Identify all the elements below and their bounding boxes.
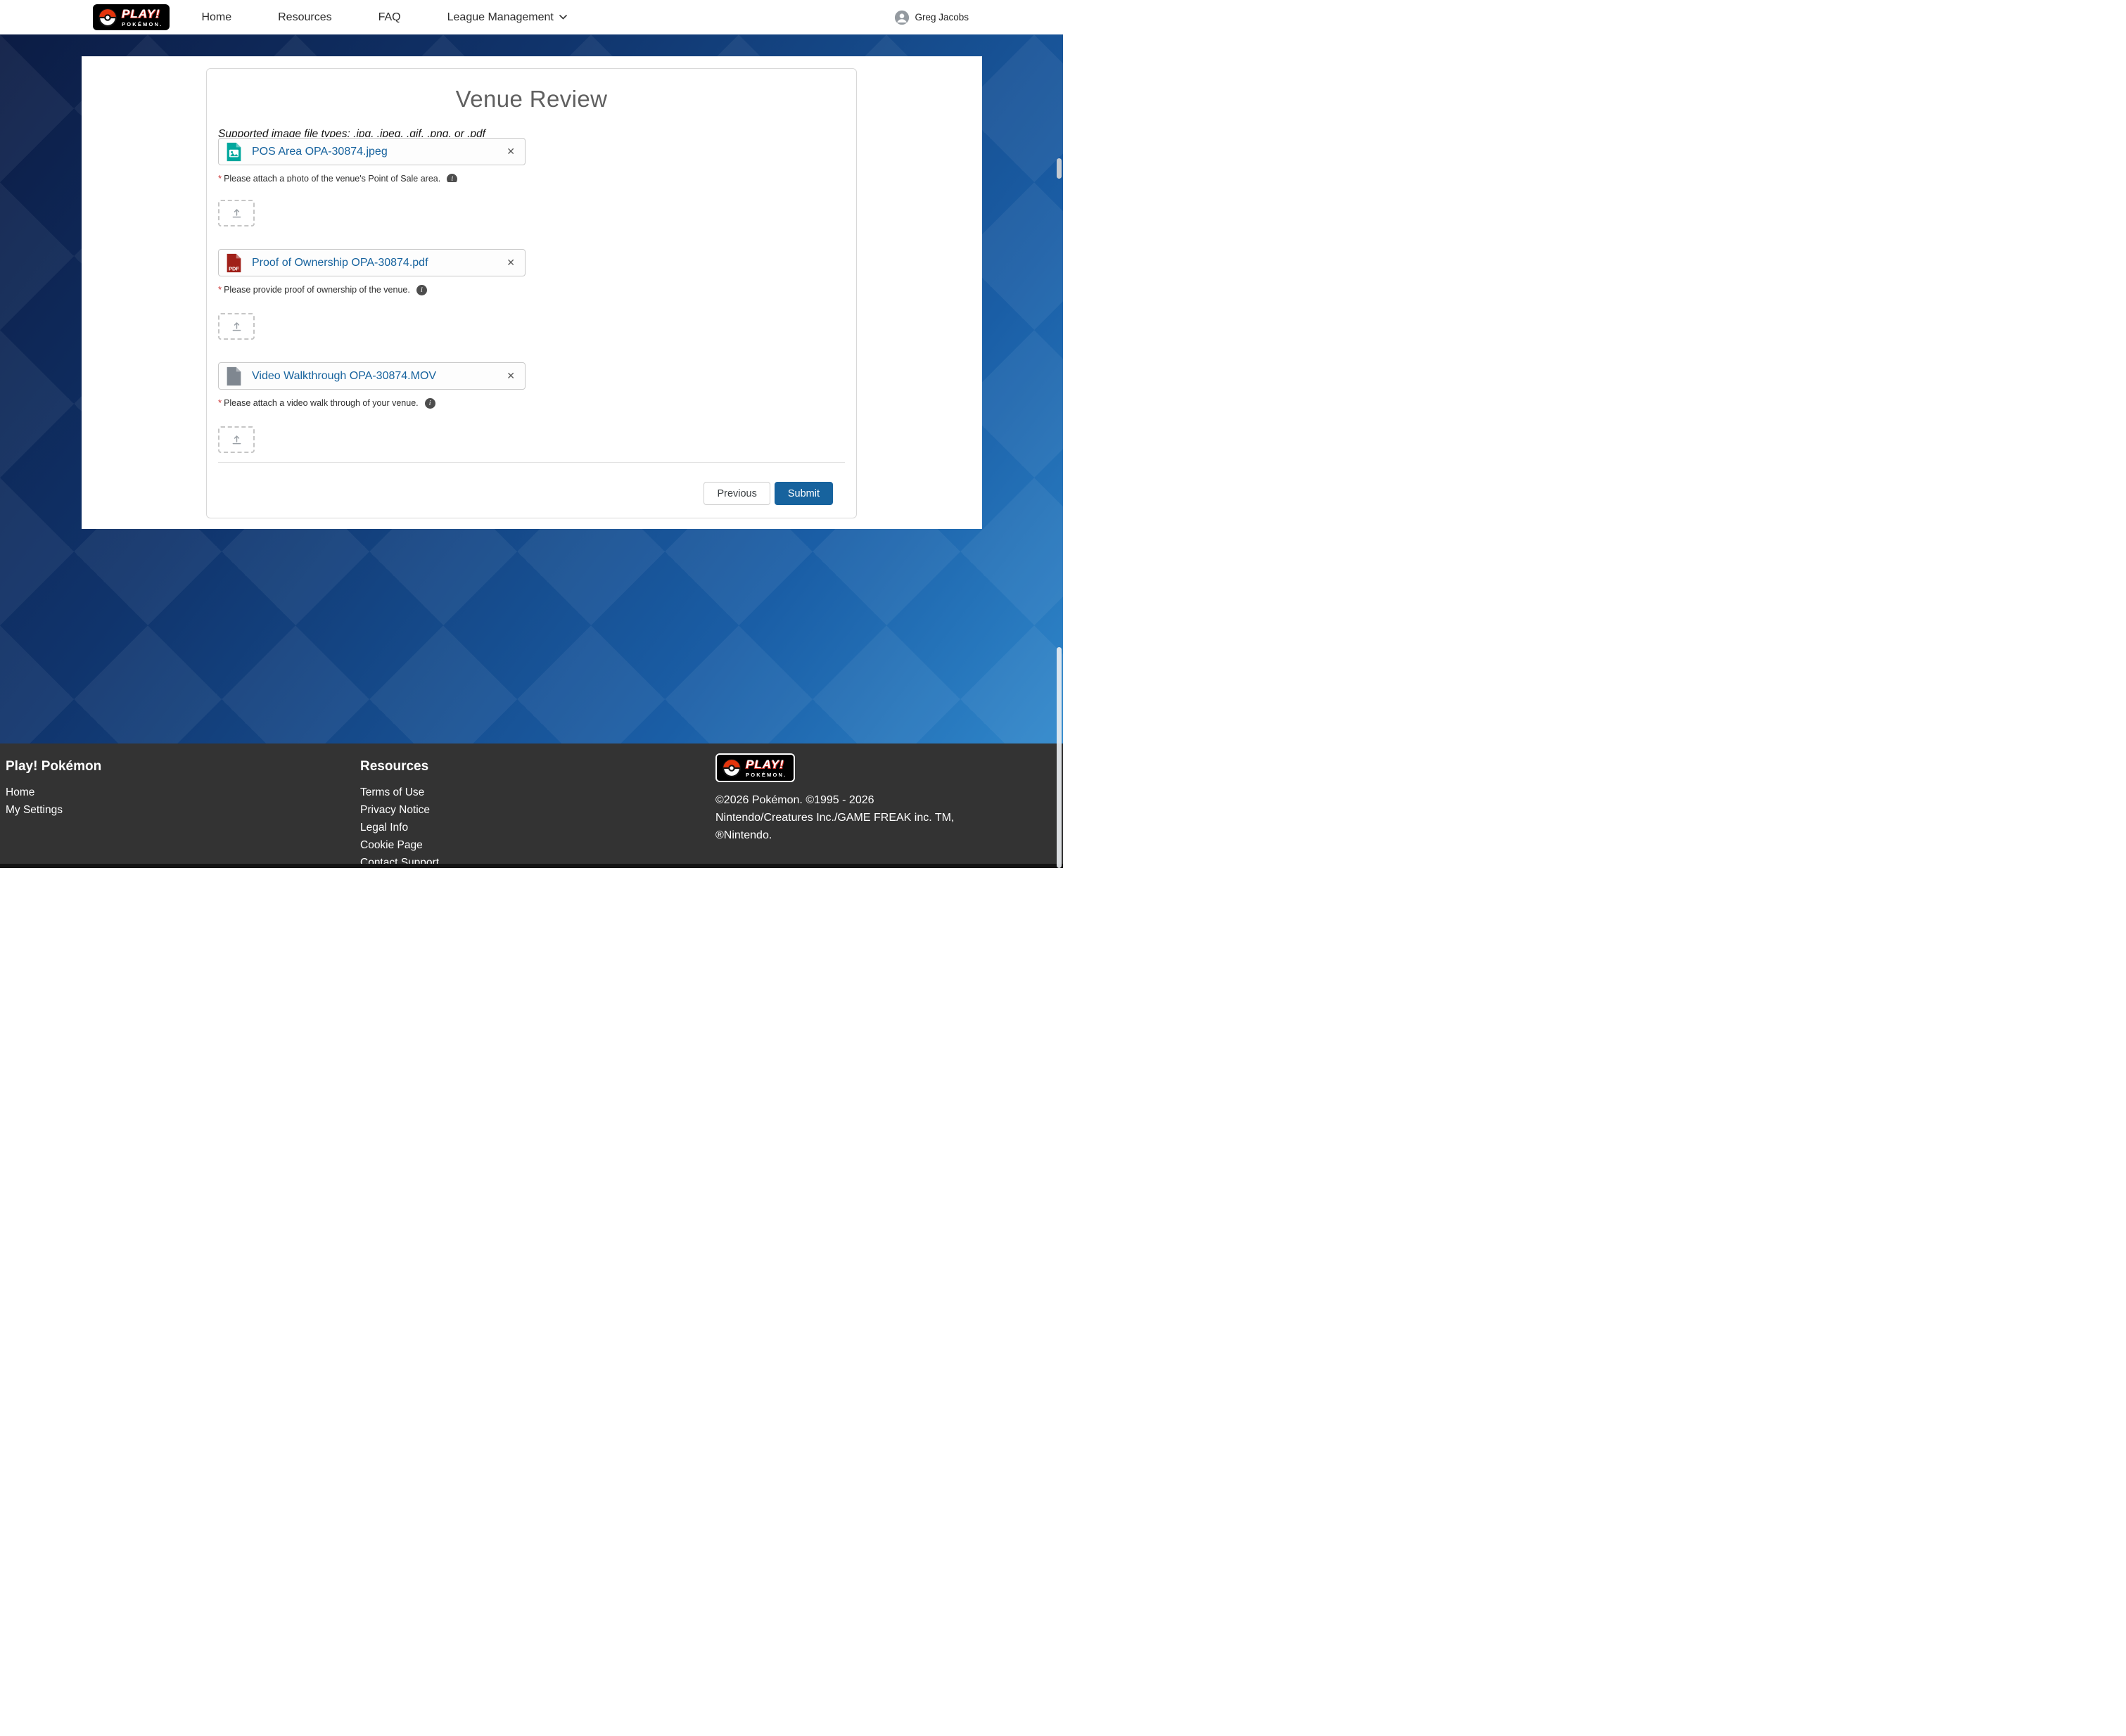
requirement-text-clipped: * Please attach a photo of the venue's P… <box>218 174 845 182</box>
copyright-text: ©2026 Pokémon. ©1995 - 2026 Nintendo/Cre… <box>715 791 976 844</box>
user-name: Greg Jacobs <box>915 12 969 23</box>
upload-file-button[interactable] <box>218 426 255 453</box>
upload-icon <box>231 208 243 219</box>
footer-resources-column: Resources Terms of Use Privacy Notice Le… <box>360 753 715 868</box>
uploaded-file-link[interactable]: Proof of Ownership OPA-30874.pdf <box>252 257 428 269</box>
nav-faq[interactable]: FAQ <box>378 11 401 24</box>
page-footer: Play! Pokémon Home My Settings Resources… <box>0 743 1063 868</box>
required-asterisk: * <box>218 284 222 295</box>
nav-home[interactable]: Home <box>201 11 231 24</box>
footer-link-my-settings[interactable]: My Settings <box>6 801 360 819</box>
footer-brand-column: Play! Pokémon Home My Settings <box>6 753 360 868</box>
footer-link-cookie-page[interactable]: Cookie Page <box>360 836 715 854</box>
footer-play-pokemon-logo: PLAY! POKÉMON. <box>715 753 795 782</box>
pokeball-icon <box>98 8 117 27</box>
user-menu[interactable]: Greg Jacobs <box>894 10 969 25</box>
footer-link-terms-of-use[interactable]: Terms of Use <box>360 784 715 801</box>
upload-file-button[interactable] <box>218 200 255 226</box>
uploaded-file-link[interactable]: POS Area OPA-30874.jpeg <box>252 146 388 158</box>
info-icon[interactable] <box>425 398 435 409</box>
form-actions: Previous Submit <box>218 482 845 505</box>
uploaded-file-link[interactable]: Video Walkthrough OPA-30874.MOV <box>252 370 436 383</box>
page: PLAY! POKÉMON. Home Resources FAQ League… <box>0 0 1063 868</box>
footer-link-privacy-notice[interactable]: Privacy Notice <box>360 801 715 819</box>
top-navbar: PLAY! POKÉMON. Home Resources FAQ League… <box>0 0 1063 34</box>
footer-brand-title: Play! Pokémon <box>6 759 360 774</box>
required-asterisk: * <box>218 397 222 408</box>
footer-legal-column: PLAY! POKÉMON. ©2026 Pokémon. ©1995 - 20… <box>715 753 1063 868</box>
upload-file-button[interactable] <box>218 313 255 340</box>
requirement-text: * Please provide proof of ownership of t… <box>218 285 845 295</box>
user-avatar-icon <box>894 10 910 25</box>
submit-button[interactable]: Submit <box>775 482 833 505</box>
footer-link-home[interactable]: Home <box>6 784 360 801</box>
venue-review-card: Venue Review Supported image file types:… <box>206 68 857 518</box>
previous-button[interactable]: Previous <box>704 482 770 505</box>
footer-link-legal-info[interactable]: Legal Info <box>360 819 715 836</box>
generic-file-icon <box>226 366 242 386</box>
pokeball-icon <box>723 759 741 777</box>
uploaded-file-chip: POS Area OPA-30874.jpeg <box>218 138 526 165</box>
uploaded-file-chip: Video Walkthrough OPA-30874.MOV <box>218 362 526 390</box>
footer-resources-title: Resources <box>360 759 715 774</box>
nav-league-management[interactable]: League Management <box>447 11 567 24</box>
uploaded-file-chip: PDF Proof of Ownership OPA-30874.pdf <box>218 249 526 276</box>
chevron-down-icon <box>559 15 567 20</box>
form-divider <box>218 462 845 463</box>
scrollbar-thumb-lower[interactable] <box>1057 647 1062 868</box>
remove-file-button[interactable] <box>502 367 519 385</box>
supported-file-types-note: Supported image file types: .jpg, .jpeg,… <box>218 127 845 137</box>
main-navigation: Home Resources FAQ League Management <box>201 11 566 24</box>
nav-resources[interactable]: Resources <box>278 11 331 24</box>
requirement-text: Please attach a photo of the venue's Poi… <box>224 174 440 182</box>
content-container: Venue Review Supported image file types:… <box>82 56 982 529</box>
requirement-text: * Please attach a video walk through of … <box>218 398 845 409</box>
logo-wordmark: PLAY! POKÉMON. <box>122 8 163 27</box>
required-asterisk: * <box>218 174 222 182</box>
page-title: Venue Review <box>218 86 845 113</box>
info-icon[interactable] <box>416 285 427 295</box>
upload-icon <box>231 434 243 446</box>
image-file-icon <box>226 142 242 162</box>
scrollbar-thumb[interactable] <box>1057 158 1062 179</box>
pdf-file-icon: PDF <box>226 253 242 273</box>
main-background: Venue Review Supported image file types:… <box>0 34 1063 743</box>
info-icon[interactable] <box>447 174 457 182</box>
bottom-strip <box>0 864 1063 868</box>
upload-icon <box>231 321 243 333</box>
play-pokemon-logo[interactable]: PLAY! POKÉMON. <box>93 4 170 30</box>
remove-file-button[interactable] <box>502 143 519 160</box>
svg-text:PDF: PDF <box>229 265 239 272</box>
remove-file-button[interactable] <box>502 254 519 272</box>
